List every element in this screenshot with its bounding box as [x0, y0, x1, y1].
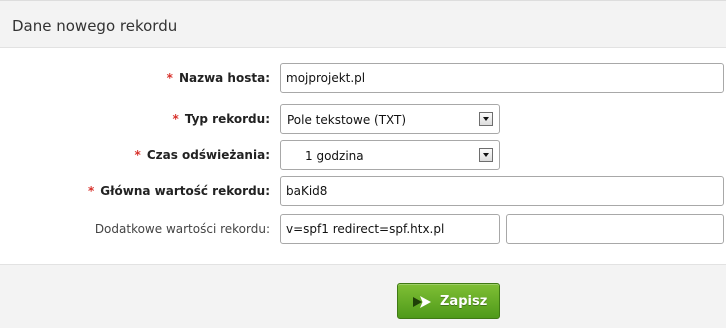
required-marker: *: [166, 71, 173, 85]
record-type-row: * Typ rekordu: Pole tekstowe (TXT): [0, 104, 726, 134]
main-value-label-text: Główna wartość rekordu:: [100, 184, 270, 198]
record-type-label-text: Typ rekordu:: [184, 112, 270, 126]
form-footer: Zapisz: [0, 264, 726, 328]
additional-values-row: Dodatkowe wartości rekordu:: [0, 214, 726, 244]
record-type-selected: Pole tekstowe (TXT): [287, 113, 407, 127]
required-marker: *: [87, 184, 95, 198]
required-marker: *: [172, 112, 179, 126]
additional-value-input-1[interactable]: [280, 214, 500, 244]
required-marker: *: [134, 148, 141, 162]
chevron-down-icon[interactable]: [479, 112, 493, 126]
refresh-time-selected: 1 godzina: [305, 149, 364, 163]
record-type-select[interactable]: Pole tekstowe (TXT): [280, 104, 500, 134]
host-input[interactable]: [280, 63, 724, 93]
additional-values-label: Dodatkowe wartości rekordu:: [94, 222, 270, 236]
panel-header: Dane nowego rekordu: [0, 0, 726, 48]
save-button-label: Zapisz: [440, 294, 488, 309]
panel-title: Dane nowego rekordu: [12, 17, 178, 35]
record-type-label: * Typ rekordu:: [173, 111, 270, 127]
save-arrow-icon: [413, 296, 431, 308]
new-record-panel: Dane nowego rekordu * Nazwa hosta: * Typ r…: [0, 0, 726, 328]
additional-value-input-2[interactable]: [506, 214, 724, 244]
main-value-input[interactable]: [280, 176, 724, 206]
host-row: * Nazwa hosta:: [0, 63, 726, 93]
refresh-time-row: * Czas odświeżania: 1 godzina: [0, 140, 726, 170]
save-button[interactable]: Zapisz: [397, 283, 500, 319]
main-value-row: * Główna wartość rekordu:: [0, 176, 726, 206]
host-label-text: Nazwa hosta:: [178, 71, 270, 85]
host-label: * Nazwa hosta:: [167, 70, 270, 86]
chevron-down-icon[interactable]: [479, 148, 493, 162]
refresh-time-select[interactable]: 1 godzina: [280, 140, 500, 170]
refresh-time-label: * Czas odświeżania:: [135, 147, 270, 163]
refresh-time-label-text: Czas odświeżania:: [146, 148, 270, 162]
main-value-label: * Główna wartość rekordu:: [88, 183, 270, 199]
